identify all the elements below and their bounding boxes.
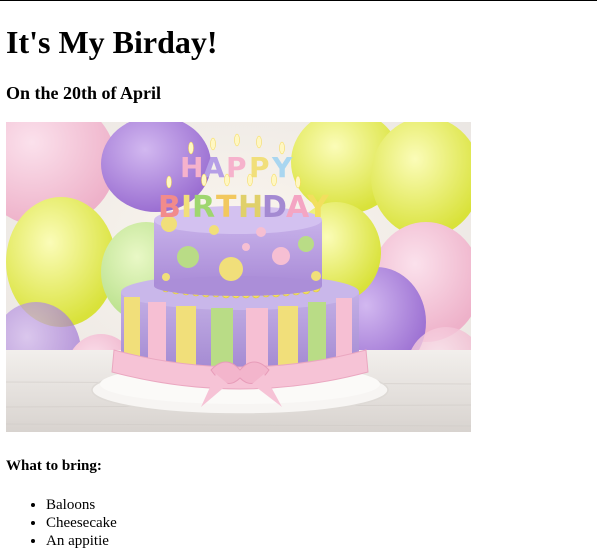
svg-text:T: T <box>216 190 237 225</box>
svg-text:H: H <box>180 151 203 184</box>
page-title: It's My Birday! <box>6 24 218 60</box>
birthday-candles: B I R T H D A Y <box>158 190 330 225</box>
birthday-cake-image: H A P P Y B I R T H D A Y <box>6 122 471 432</box>
bring-heading: What to bring: <box>6 458 102 474</box>
svg-text:D: D <box>262 190 287 225</box>
svg-text:H: H <box>238 190 263 225</box>
svg-text:B: B <box>158 190 181 225</box>
bring-list: Baloons Cheesecake An appitie <box>6 496 117 550</box>
svg-text:Y: Y <box>306 190 330 225</box>
top-border <box>0 0 597 1</box>
svg-text:I: I <box>181 190 192 225</box>
list-item: Cheesecake <box>46 514 117 532</box>
date-subheading: On the 20th of April <box>6 83 162 103</box>
svg-text:R: R <box>192 190 215 225</box>
list-item: An appitie <box>46 532 117 550</box>
list-item: Baloons <box>46 496 117 514</box>
